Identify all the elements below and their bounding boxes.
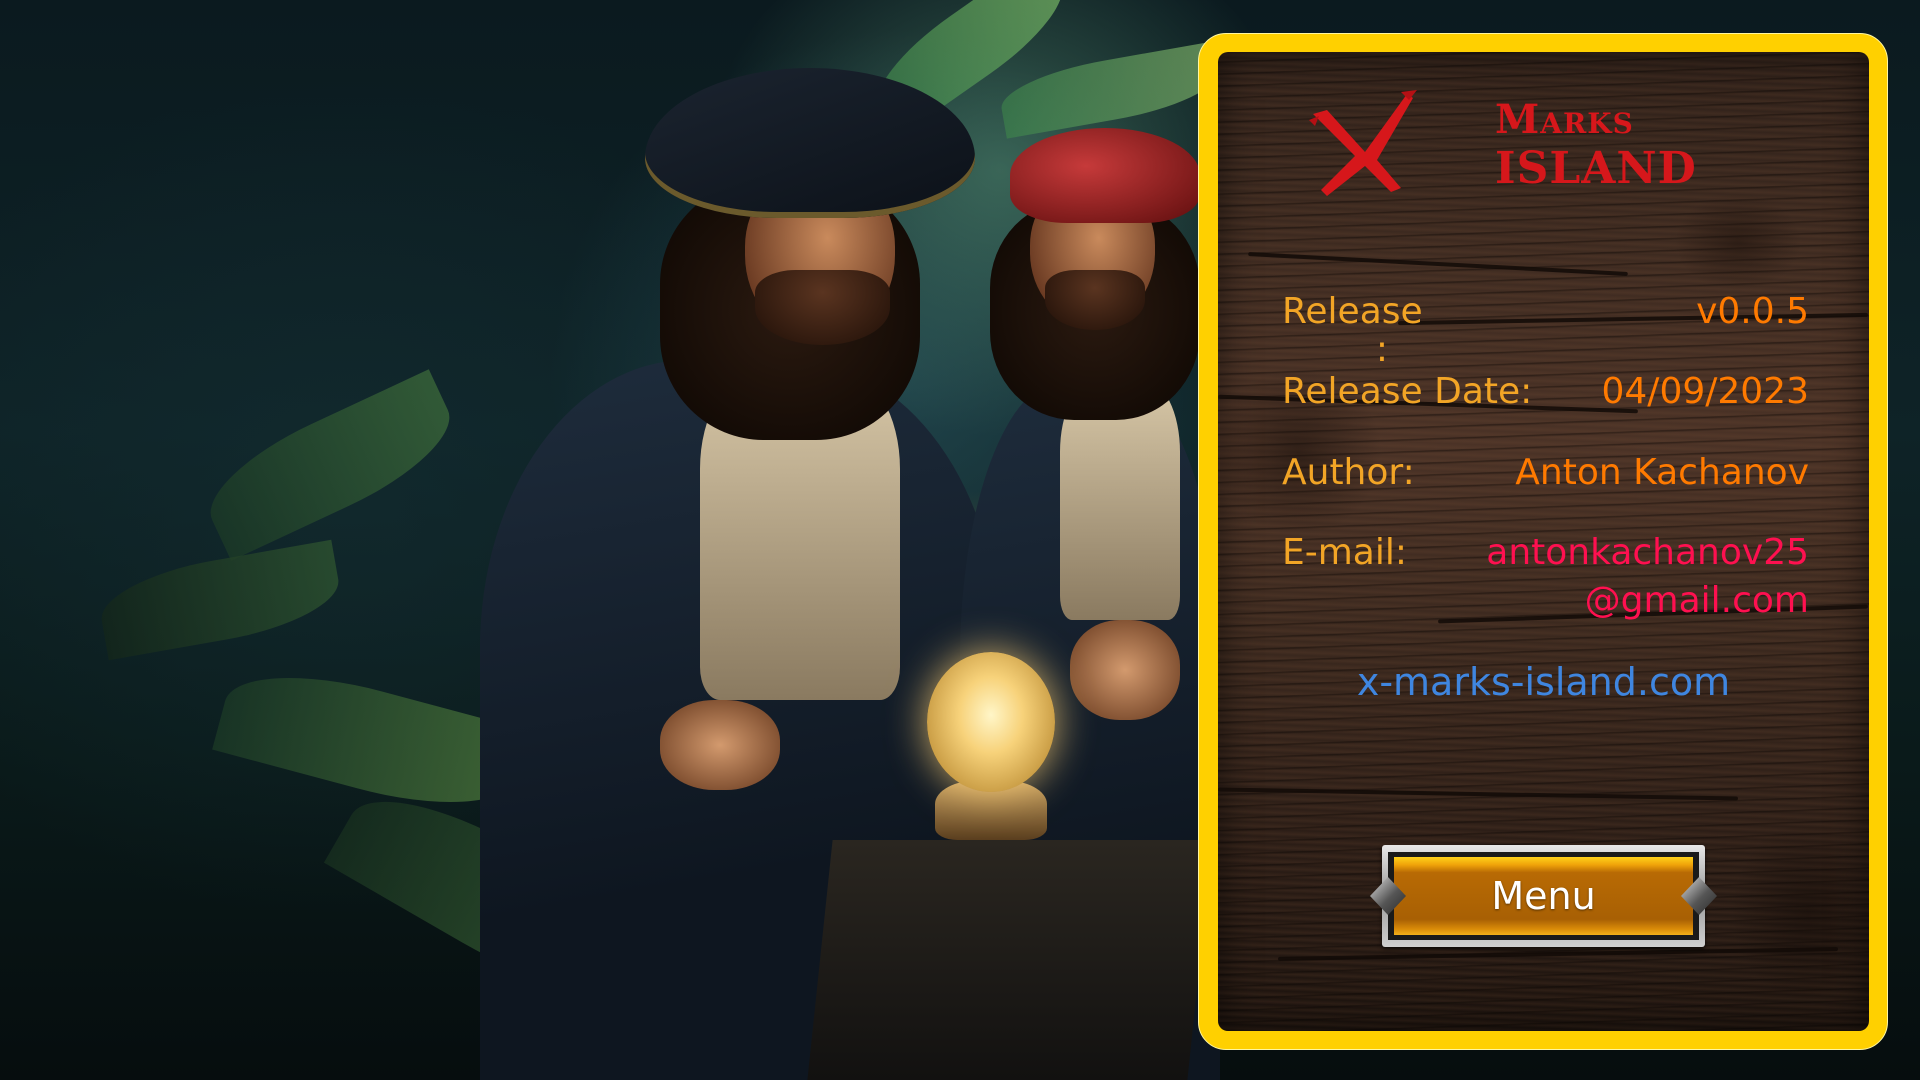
jungle-leaf bbox=[996, 41, 1224, 139]
release-label: Release bbox=[1282, 291, 1423, 332]
wood-crack bbox=[1248, 252, 1628, 276]
jungle-leaf bbox=[94, 539, 346, 661]
release-date-label: Release Date: bbox=[1282, 371, 1533, 412]
menu-button[interactable]: Menu bbox=[1370, 845, 1717, 947]
logo-text-island: ISLAND bbox=[1495, 143, 1697, 194]
menu-button-label: Menu bbox=[1491, 874, 1596, 918]
glowing-orb bbox=[927, 652, 1055, 792]
treasure-table bbox=[807, 840, 1213, 1080]
email-value-line2[interactable]: @gmail.com bbox=[1585, 581, 1809, 621]
release-date-value: 04/09/2023 bbox=[1601, 371, 1810, 412]
game-logo: Marks ISLAND bbox=[1305, 90, 1745, 200]
wood-crack bbox=[1278, 947, 1838, 961]
author-value: Anton Kachanov bbox=[1515, 452, 1809, 493]
wood-crack bbox=[1218, 787, 1738, 801]
release-version-value: v0.0.5 bbox=[1696, 291, 1809, 332]
website-link[interactable]: x-marks-island.com bbox=[1218, 660, 1869, 704]
author-label: Author: bbox=[1282, 452, 1415, 493]
release-label-colon: : bbox=[1375, 329, 1389, 370]
jungle-leaf bbox=[193, 369, 467, 561]
email-value-line1[interactable]: antonkachanov25 bbox=[1486, 533, 1809, 573]
email-label: E-mail: bbox=[1282, 532, 1407, 573]
logo-text-marks: Marks bbox=[1495, 96, 1634, 143]
x-mark-icon bbox=[1309, 90, 1417, 196]
